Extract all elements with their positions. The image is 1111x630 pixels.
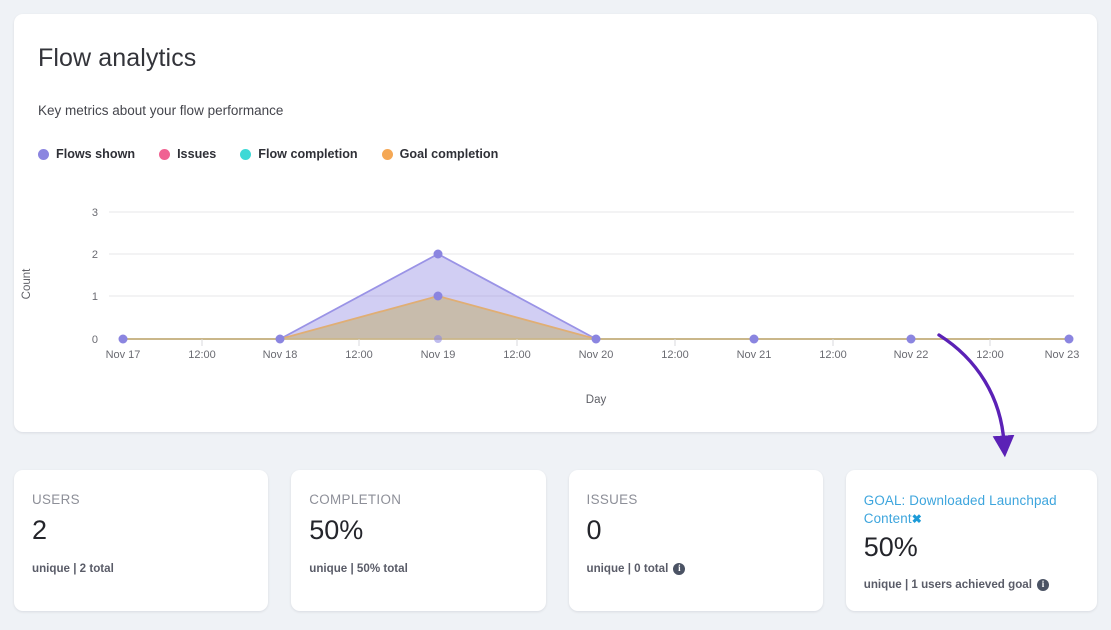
legend-item-issues[interactable]: Issues [159,147,216,161]
svg-text:1: 1 [92,291,98,303]
svg-text:2: 2 [92,249,98,261]
metric-value: 50% [309,514,364,545]
metric-footer: unique | 50% total [309,562,408,575]
chart-gridlines [109,211,1074,297]
svg-text:12:00: 12:00 [819,349,847,361]
legend-item-flow-completion[interactable]: Flow completion [240,147,358,161]
svg-text:3: 3 [92,207,98,219]
svg-text:12:00: 12:00 [976,349,1004,361]
svg-text:Nov 22: Nov 22 [894,349,929,361]
flow-analytics-card: Flow analytics Key metrics about your fl… [14,14,1097,432]
metric-footer-text: unique | 2 total [32,562,114,575]
metric-footer-text: unique | 50% total [309,562,408,575]
svg-text:Nov 19: Nov 19 [421,349,456,361]
metrics-row: USERS 2 unique | 2 total COMPLETION 50% … [14,470,1097,611]
goal-link[interactable]: GOAL: Downloaded Launchpad Content [864,493,1057,526]
metric-card-completion: COMPLETION 50% unique | 50% total [291,470,546,611]
svg-text:12:00: 12:00 [188,349,216,361]
svg-text:12:00: 12:00 [503,349,531,361]
metric-label: USERS [32,492,80,507]
legend-item-goal-completion[interactable]: Goal completion [381,147,499,161]
metric-label: COMPLETION [309,492,402,507]
goal-title-row: GOAL: Downloaded Launchpad Content✖ [864,492,1079,528]
svg-text:Day: Day [586,394,607,406]
page-subtitle: Key metrics about your flow performance [38,103,284,118]
metric-value: 50% [863,532,918,562]
metric-value: 2 [32,514,48,545]
svg-text:12:00: 12:00 [661,349,689,361]
metric-footer: unique | 0 total i [587,562,686,575]
legend-dot-icon [38,148,49,160]
info-icon[interactable]: i [673,562,686,575]
svg-text:12:00: 12:00 [345,349,373,361]
legend-label: Issues [177,147,217,161]
legend-item-flows-shown[interactable]: Flows shown [38,147,135,161]
metric-value: 0 [586,514,602,545]
page-root: Flow analytics Key metrics about your fl… [0,0,1111,630]
chart-x-axis: Nov 17 12:00 Nov 18 12:00 Nov 19 12:00 N… [106,349,1080,406]
metric-card-issues: ISSUES 0 unique | 0 total i [568,470,823,611]
page-title: Flow analytics [38,44,197,72]
legend-label: Flows shown [56,147,136,161]
legend-label: Flow completion [258,147,358,161]
legend-dot-icon [381,148,393,160]
remove-goal-icon[interactable]: ✖ [912,512,922,526]
chart-canvas: 3 2 1 0 Count Nov 17 12:00 Nov 18 12:00 … [21,207,1080,406]
svg-text:Nov 18: Nov 18 [263,349,298,361]
metric-footer-text: unique | 0 total [586,562,669,575]
legend-dot-icon [240,148,252,160]
chart-y-axis: 3 2 1 0 Count [21,207,98,346]
legend-label: Goal completion [399,147,499,161]
metric-footer: unique | 1 users achieved goal i [864,578,1049,591]
metric-card-users: USERS 2 unique | 2 total [14,470,269,611]
svg-text:Nov 17: Nov 17 [106,349,141,361]
chart-legend: Flows shown Issues Flow completion Goal … [38,147,498,161]
metric-label: ISSUES [586,492,638,507]
svg-text:0: 0 [92,334,98,346]
metric-card-goal: GOAL: Downloaded Launchpad Content✖ 50% … [845,470,1097,611]
metric-footer: unique | 2 total [32,562,114,575]
series-area-goal-completion [123,296,1069,339]
svg-text:Nov 20: Nov 20 [579,349,614,361]
svg-text:Nov 21: Nov 21 [737,349,772,361]
series-line-goal-completion [123,295,1069,340]
metric-footer-text: unique | 1 users achieved goal [863,578,1032,591]
svg-text:Count: Count [21,268,33,299]
info-icon[interactable]: i [1036,578,1049,591]
analytics-chart: 3 2 1 0 Count Nov 17 12:00 Nov 18 12:00 … [14,189,1097,414]
svg-text:Nov 23: Nov 23 [1045,349,1080,361]
legend-dot-icon [159,148,171,160]
